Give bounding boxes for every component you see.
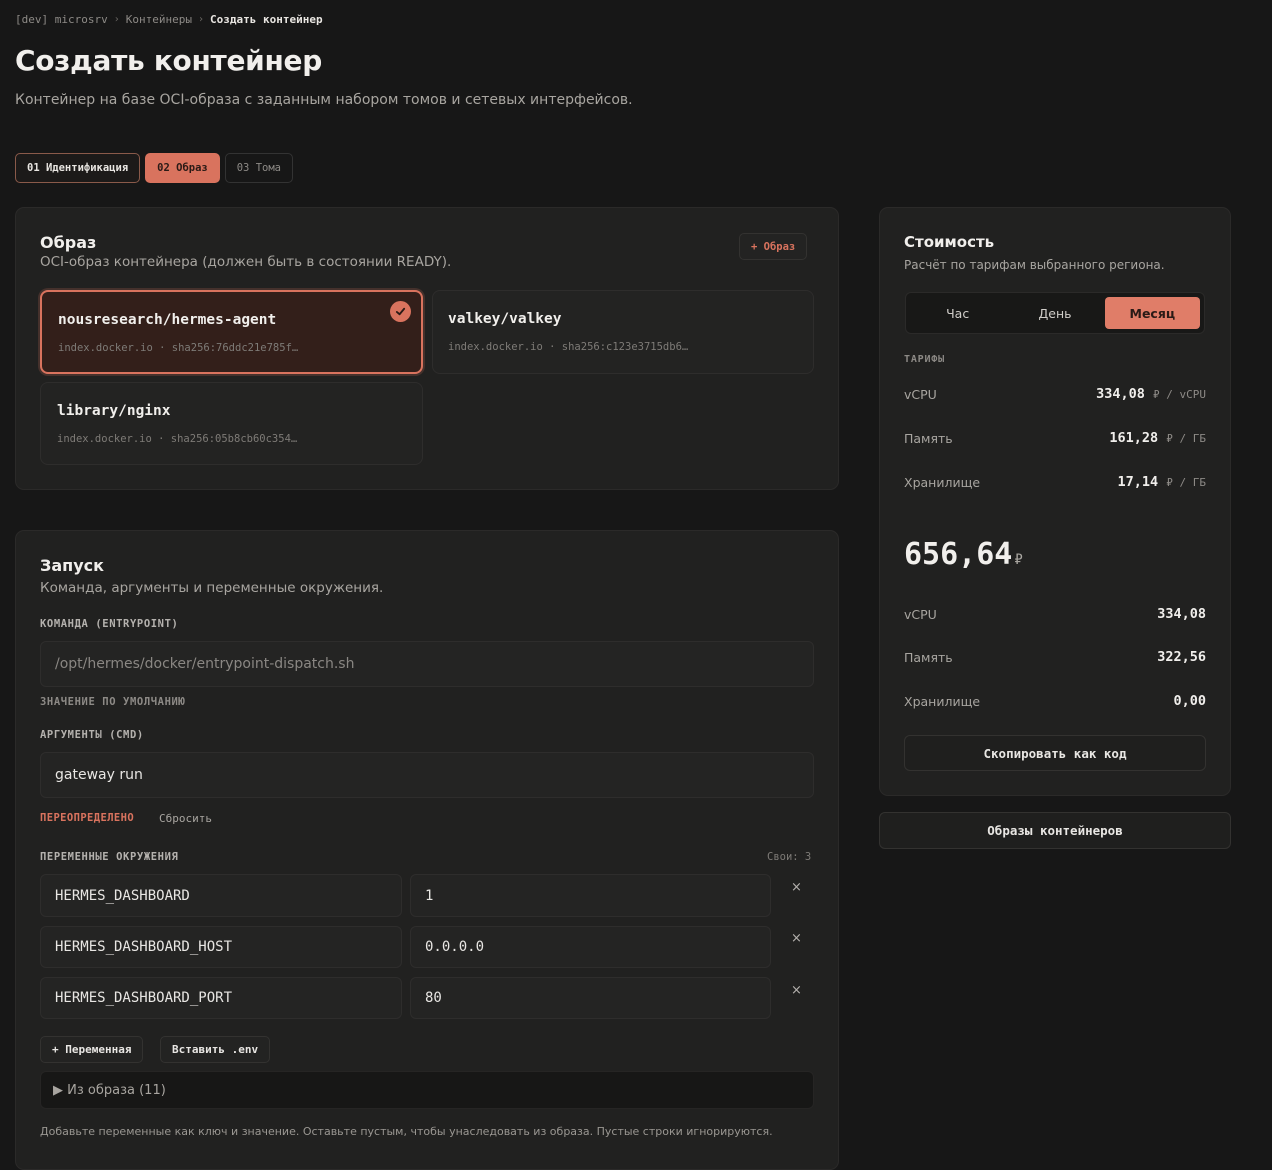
period-month[interactable]: Месяц [1104, 297, 1200, 329]
period-hour[interactable]: Час [910, 297, 1005, 329]
add-image-button[interactable]: + Образ [739, 233, 808, 260]
page-subtitle: Контейнер на базе OCI-образа с заданным … [15, 92, 633, 108]
cost-title: Стоимость [904, 233, 995, 251]
total-cost: 656,64 ₽ [904, 537, 1023, 572]
env-value-input[interactable]: 1 [410, 874, 771, 917]
wizard-steps: 01 Идентификация 02 Образ 03 Тома [15, 153, 293, 183]
chevron-right-icon: › [197, 14, 205, 25]
period-day[interactable]: День [1007, 297, 1102, 329]
breakdown-label: Хранилище [904, 694, 981, 709]
breadcrumb-section[interactable]: Контейнеры [126, 13, 192, 26]
image-card-title: Образ [40, 233, 97, 252]
env-key-input[interactable]: HERMES_DASHBOARD_PORT [40, 977, 402, 1019]
entrypoint-input[interactable]: /opt/hermes/docker/entrypoint-dispatch.s… [40, 641, 814, 687]
cmd-overridden-badge: ПЕРЕОПРЕДЕЛЕНО [40, 812, 135, 824]
rate-value: 334,08 ₽ / vCPU [1096, 386, 1206, 402]
env-count: Свои: 3 [767, 851, 812, 863]
breadcrumb-project[interactable]: [dev] microsrv [15, 13, 108, 26]
rate-value: 161,28 ₽ / ГБ [1109, 430, 1206, 446]
paste-env-button[interactable]: Вставить .env [160, 1036, 271, 1063]
step-image[interactable]: 02 Образ [145, 153, 220, 183]
image-meta: index.docker.io · sha256:c123e3715db6… [448, 341, 689, 353]
page-title: Создать контейнер [15, 44, 322, 77]
remove-icon[interactable]: × [791, 880, 802, 895]
rates-caption: ТАРИФЫ [904, 354, 945, 365]
env-key-input[interactable]: HERMES_DASHBOARD [40, 874, 402, 917]
image-option-valkey[interactable]: valkey/valkey index.docker.io · sha256:c… [432, 290, 814, 374]
image-meta: index.docker.io · sha256:05b8cb60c354… [57, 433, 298, 445]
add-variable-button[interactable]: + Переменная [40, 1036, 144, 1063]
step-volumes[interactable]: 03 Тома [224, 153, 293, 183]
cost-subtitle: Расчёт по тарифам выбранного региона. [904, 258, 1165, 272]
rate-label: Хранилище [904, 475, 981, 490]
image-name: valkey/valkey [448, 311, 562, 327]
cmd-input[interactable]: gateway run [40, 752, 814, 798]
entrypoint-status: ЗНАЧЕНИЕ ПО УМОЛЧАНИЮ [40, 696, 186, 708]
image-card-subtitle: OCI-образ контейнера (должен быть в сост… [40, 254, 452, 270]
copy-as-code-button[interactable]: Скопировать как код [904, 735, 1206, 771]
breadcrumb: [dev] microsrv › Контейнеры › Создать ко… [15, 13, 323, 26]
breakdown-value: 0,00 [1173, 693, 1206, 709]
env-hint: Добавьте переменные как ключ и значение.… [40, 1125, 773, 1138]
image-name: nousresearch/hermes-agent [58, 312, 277, 328]
cmd-label: АРГУМЕНТЫ (CMD) [40, 729, 144, 741]
from-image-disclosure[interactable]: ▶ Из образа (11) [40, 1071, 814, 1109]
image-name: library/nginx [57, 403, 171, 419]
env-value-input[interactable]: 80 [410, 977, 771, 1019]
image-option-nginx[interactable]: library/nginx index.docker.io · sha256:0… [40, 382, 423, 465]
breakdown-value: 334,08 [1157, 606, 1206, 622]
cmd-reset-button[interactable]: Сбросить [159, 812, 212, 825]
rate-value: 17,14 ₽ / ГБ [1117, 474, 1206, 490]
step-identification[interactable]: 01 Идентификация [15, 153, 141, 183]
env-key-input[interactable]: HERMES_DASHBOARD_HOST [40, 926, 402, 968]
image-meta: index.docker.io · sha256:76ddc21e785f… [58, 342, 299, 354]
image-option-hermes[interactable]: nousresearch/hermes-agent index.docker.i… [40, 290, 423, 374]
entrypoint-label: КОМАНДА (ENTRYPOINT) [40, 618, 179, 630]
rate-label: Память [904, 431, 953, 446]
check-icon [390, 301, 411, 322]
env-label: ПЕРЕМЕННЫЕ ОКРУЖЕНИЯ [40, 851, 179, 863]
breadcrumb-current: Создать контейнер [210, 13, 323, 26]
env-value-input[interactable]: 0.0.0.0 [410, 926, 771, 968]
container-images-button[interactable]: Образы контейнеров [879, 812, 1231, 849]
breakdown-value: 322,56 [1157, 649, 1206, 665]
breakdown-label: Память [904, 650, 953, 665]
launch-card-title: Запуск [40, 556, 104, 575]
breakdown-label: vCPU [904, 607, 937, 622]
rate-label: vCPU [904, 387, 937, 402]
period-selector: Час День Месяц [905, 292, 1205, 334]
remove-icon[interactable]: × [791, 931, 802, 946]
chevron-right-icon: › [113, 14, 120, 25]
remove-icon[interactable]: × [791, 983, 802, 998]
launch-card-subtitle: Команда, аргументы и переменные окружени… [40, 580, 384, 596]
